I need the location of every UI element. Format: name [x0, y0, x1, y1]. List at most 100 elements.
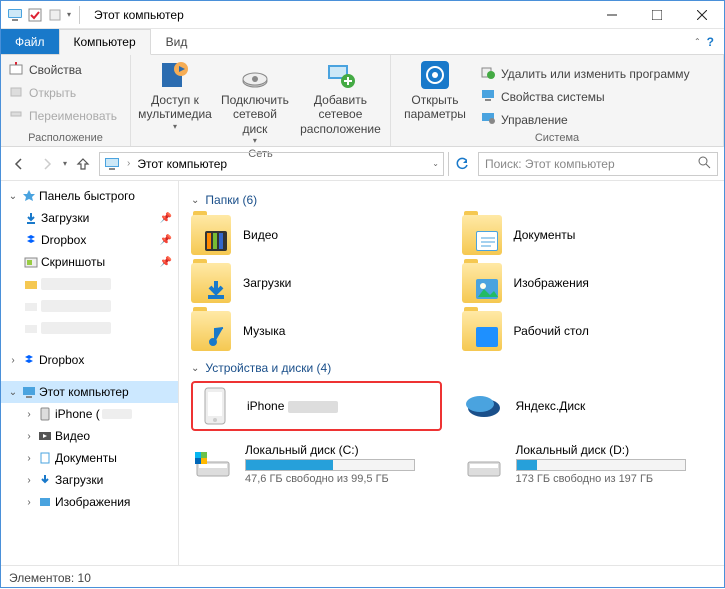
uninstall-program-button[interactable]: Удалить или изменить программу [481, 63, 690, 84]
help-icon[interactable]: ? [707, 35, 714, 49]
this-pc-icon [21, 384, 37, 400]
dropbox-icon [21, 352, 37, 368]
search-input[interactable]: Поиск: Этот компьютер [478, 152, 718, 176]
qat-customize-icon[interactable]: ▾ [67, 10, 71, 19]
sidebar-images[interactable]: › Изображения [1, 491, 178, 513]
breadcrumb-dropdown[interactable]: ⌄ [432, 159, 439, 168]
open-settings-button[interactable]: Открыть параметры [399, 59, 471, 122]
refresh-button[interactable] [448, 152, 474, 176]
sidebar-downloads[interactable]: Загрузки 📌 [1, 207, 178, 229]
tab-computer[interactable]: Компьютер [59, 29, 151, 55]
chevron-down-icon[interactable]: ⌄ [7, 191, 19, 202]
status-element-count: Элементов: 10 [9, 571, 91, 585]
sidebar-item-hidden[interactable] [1, 317, 178, 339]
uninstall-icon [481, 65, 495, 82]
sidebar-item-hidden[interactable] [1, 295, 178, 317]
folder-images[interactable]: Изображения [462, 261, 713, 305]
sidebar-quick-access[interactable]: ⌄ Панель быстрого [1, 185, 178, 207]
properties-icon [9, 61, 23, 78]
sidebar-iphone[interactable]: › iPhone ( [1, 403, 178, 425]
nav-up-button[interactable] [71, 152, 95, 176]
folder-documents[interactable]: Документы [462, 213, 713, 257]
folders-section-header[interactable]: ⌄ Папки (6) [191, 193, 712, 207]
chevron-right-icon[interactable]: › [23, 453, 35, 464]
chevron-right-icon[interactable]: › [23, 431, 35, 442]
sidebar-screenshots[interactable]: Скриншоты 📌 [1, 251, 178, 273]
open-icon [9, 84, 23, 101]
chevron-right-icon[interactable]: › [23, 497, 35, 508]
breadcrumb[interactable]: › Этот компьютер ⌄ [99, 152, 444, 176]
add-network-location-button[interactable]: Добавить сетевое расположение [299, 59, 382, 136]
drives-section-header[interactable]: ⌄ Устройства и диски (4) [191, 361, 712, 375]
open-button: Открыть [9, 82, 117, 103]
properties-button[interactable]: Свойства [9, 59, 117, 80]
device-yandex-disk[interactable]: Яндекс.Диск [462, 381, 713, 431]
rename-icon [9, 107, 23, 124]
media-access-button[interactable]: Доступ к мультимедиа ▾ [139, 59, 211, 131]
folder-music[interactable]: Музыка [191, 309, 442, 353]
videos-folder-icon [191, 215, 231, 255]
sidebar-downloads2[interactable]: › Загрузки [1, 469, 178, 491]
document-icon [37, 450, 53, 466]
drive-c[interactable]: Локальный диск (C:) 47,6 ГБ свободно из … [191, 439, 442, 489]
nav-back-button[interactable] [7, 152, 31, 176]
group-system-label: Система [399, 130, 715, 144]
drive-d-icon [464, 444, 504, 484]
drive-d-free-text: 173 ГБ свободно из 197 ГБ [516, 473, 686, 485]
folder-icon [23, 320, 39, 336]
device-iphone[interactable]: iPhone [191, 381, 442, 431]
iphone-device-icon [195, 386, 235, 426]
sidebar-videos[interactable]: › Видео [1, 425, 178, 447]
group-location-label: Расположение [9, 130, 122, 144]
sidebar-documents[interactable]: › Документы [1, 447, 178, 469]
map-drive-button[interactable]: Подключить сетевой диск ▾ [221, 59, 289, 146]
chevron-right-icon[interactable]: › [7, 355, 19, 366]
drive-d-usage-bar [516, 459, 686, 471]
folder-icon [23, 276, 39, 292]
music-folder-icon [191, 311, 231, 351]
add-location-icon [324, 59, 356, 91]
maximize-button[interactable] [634, 1, 679, 29]
images-folder-icon [462, 263, 502, 303]
sidebar-item-hidden[interactable] [1, 273, 178, 295]
minimize-button[interactable] [589, 1, 634, 29]
sidebar-this-pc[interactable]: ⌄ Этот компьютер [1, 381, 178, 403]
qat-dropdown-icon[interactable] [47, 7, 63, 23]
breadcrumb-text[interactable]: Этот компьютер [137, 157, 227, 171]
folder-downloads[interactable]: Загрузки [191, 261, 442, 305]
chevron-right-icon[interactable]: › [23, 409, 35, 420]
close-button[interactable] [679, 1, 724, 29]
chevron-down-icon[interactable]: ⌄ [7, 387, 19, 398]
dropbox-icon [23, 232, 39, 248]
documents-folder-icon [462, 215, 502, 255]
search-placeholder: Поиск: Этот компьютер [485, 157, 615, 171]
nav-history-dropdown[interactable]: ▾ [63, 159, 67, 168]
chevron-right-icon[interactable]: › [124, 158, 133, 169]
breadcrumb-pc-icon [104, 156, 120, 172]
pin-icon: 📌 [160, 235, 172, 246]
tab-view[interactable]: Вид [151, 29, 203, 54]
sidebar-dropbox[interactable]: › Dropbox [1, 349, 178, 371]
sys-props-icon [481, 88, 495, 105]
chevron-down-icon[interactable]: ⌄ [191, 195, 199, 206]
download-icon [23, 210, 39, 226]
chevron-down-icon[interactable]: ⌄ [191, 363, 199, 374]
manage-button[interactable]: Управление [481, 109, 690, 130]
search-icon [697, 155, 711, 172]
folder-videos[interactable]: Видео [191, 213, 442, 257]
ribbon-collapse-icon[interactable]: ⌃ [694, 37, 701, 46]
media-icon [159, 59, 191, 91]
iphone-icon [37, 406, 53, 422]
chevron-right-icon[interactable]: › [23, 475, 35, 486]
sidebar-dropbox-pinned[interactable]: Dropbox 📌 [1, 229, 178, 251]
system-properties-button[interactable]: Свойства системы [481, 86, 690, 107]
screenshots-icon [23, 254, 39, 270]
folder-desktop[interactable]: Рабочий стол [462, 309, 713, 353]
file-tab[interactable]: Файл [1, 29, 59, 54]
drive-d[interactable]: Локальный диск (D:) 173 ГБ свободно из 1… [462, 439, 713, 489]
desktop-folder-icon [462, 311, 502, 351]
drive-d-label: Локальный диск (D:) [516, 443, 686, 457]
qat-checkbox-icon[interactable] [27, 7, 43, 23]
rename-button: Переименовать [9, 105, 117, 126]
drive-c-icon [193, 444, 233, 484]
